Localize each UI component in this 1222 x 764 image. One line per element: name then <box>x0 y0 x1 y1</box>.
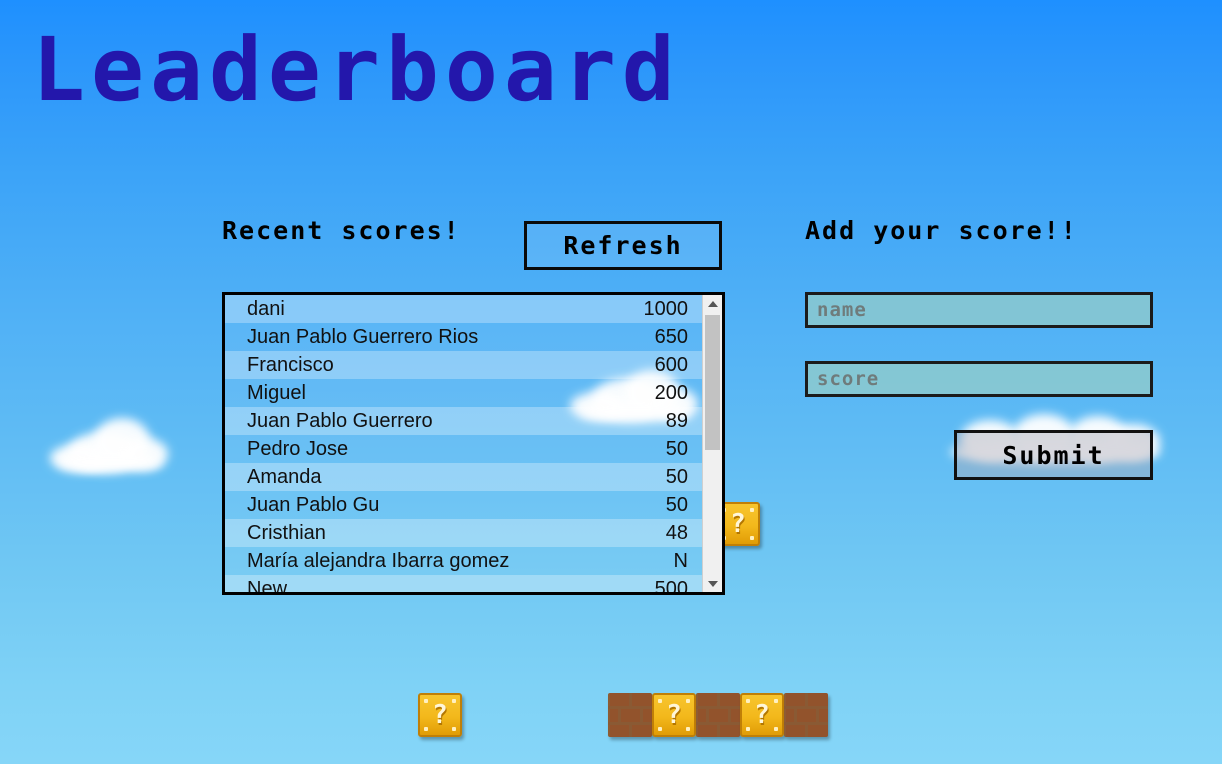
score-row[interactable]: Juan Pablo Guerrero 89 <box>225 407 702 435</box>
score-row-name: Pedro Jose <box>247 437 349 460</box>
score-row-value: 500 <box>654 577 688 593</box>
score-row-name: Juan Pablo Gu <box>247 493 380 516</box>
submit-button[interactable]: Submit <box>954 430 1153 480</box>
score-row-name: New <box>247 577 288 593</box>
score-row[interactable]: Juan Pablo Guerrero Rios 650 <box>225 323 702 351</box>
score-input[interactable] <box>805 361 1153 397</box>
scrollbar-down-arrow[interactable] <box>703 575 722 592</box>
score-row-value: 1000 <box>643 297 689 320</box>
score-row-name: Amanda <box>247 465 322 488</box>
scores-list[interactable]: dani 1000 Juan Pablo Guerrero Rios 650 Franc… <box>225 295 702 592</box>
score-row-name: Cristhian <box>247 521 326 544</box>
scores-listbox[interactable]: dani 1000 Juan Pablo Guerrero Rios 650 Franc… <box>222 292 725 595</box>
question-block-icon <box>418 693 462 737</box>
score-row-value: 600 <box>654 353 688 376</box>
score-row-value: 50 <box>665 437 688 460</box>
score-row-name: Juan Pablo Guerrero Rios <box>247 325 479 348</box>
score-row-name: Francisco <box>247 353 334 376</box>
brick-block-icon <box>696 693 740 737</box>
triangle-up-icon <box>707 300 718 307</box>
scrollbar-up-arrow[interactable] <box>703 295 722 312</box>
score-row-name: Miguel <box>247 381 306 404</box>
score-row[interactable]: Cristhian 48 <box>225 519 702 547</box>
brick-block-icon <box>608 693 652 737</box>
triangle-down-icon <box>707 580 718 587</box>
refresh-button[interactable]: Refresh <box>524 221 722 270</box>
cloud-icon <box>50 412 170 472</box>
name-input[interactable] <box>805 292 1153 328</box>
score-row-name: María alejandra Ibarra gomez <box>247 549 510 572</box>
score-row-value: 48 <box>665 521 688 544</box>
score-row-value: 650 <box>654 325 688 348</box>
score-row-name: dani <box>247 297 285 320</box>
score-row[interactable]: Francisco 600 <box>225 351 702 379</box>
question-block-icon <box>740 693 784 737</box>
score-row[interactable]: New 500 <box>225 575 702 592</box>
scrollbar-thumb[interactable] <box>705 315 720 450</box>
score-row-name: Juan Pablo Guerrero <box>247 409 433 432</box>
score-row[interactable]: dani 1000 <box>225 295 702 323</box>
add-score-heading: Add your score!! <box>805 216 1078 245</box>
score-row-value: 89 <box>665 409 688 432</box>
score-row-value: 50 <box>665 493 688 516</box>
score-row[interactable]: María alejandra Ibarra gomez N <box>225 547 702 575</box>
recent-scores-heading: Recent scores! <box>222 216 461 245</box>
score-row-value: 50 <box>665 465 688 488</box>
scores-scrollbar[interactable] <box>702 295 722 592</box>
score-row[interactable]: Amanda 50 <box>225 463 702 491</box>
question-block-icon <box>652 693 696 737</box>
score-row-value: N <box>673 549 688 572</box>
brick-block-icon <box>784 693 828 737</box>
score-row[interactable]: Miguel 200 <box>225 379 702 407</box>
score-row[interactable]: Pedro Jose 50 <box>225 435 702 463</box>
score-row[interactable]: Juan Pablo Gu 50 <box>225 491 702 519</box>
page-title: Leaderboard <box>32 18 681 121</box>
score-row-value: 200 <box>654 381 688 404</box>
